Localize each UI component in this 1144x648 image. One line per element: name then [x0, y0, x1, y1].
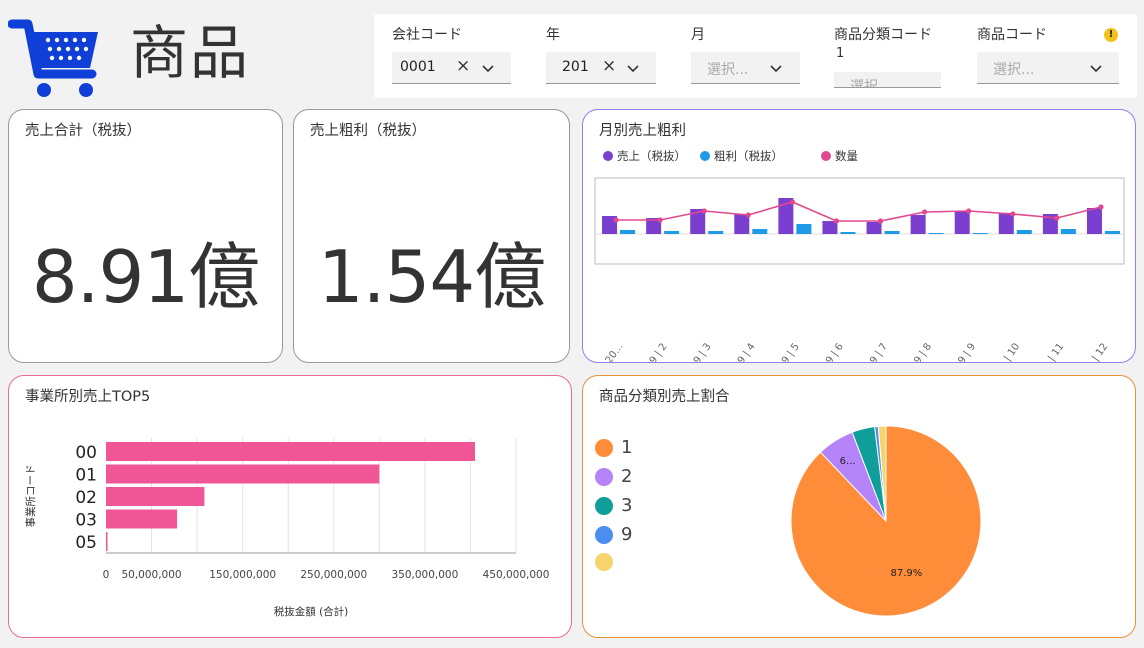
qty-point — [701, 208, 707, 214]
shopping-cart-icon — [8, 19, 98, 97]
clear-icon[interactable]: × — [602, 56, 616, 76]
category-code-select[interactable]: 選択... — [834, 72, 941, 88]
month-label: 月 — [691, 27, 705, 43]
month-placeholder: 選択... — [707, 62, 749, 78]
qty-point — [1054, 215, 1060, 221]
category-pie-chart: 87.9% 6... — [790, 425, 982, 617]
monthly-chart-card: 月別売上粗利 売上（税抜） 粗利（税抜） 数量 20... 2019 | 2 201… — [582, 109, 1136, 363]
x-tick-label: 2019 | 4 — [725, 341, 758, 362]
month-select[interactable]: 選択... — [691, 52, 800, 84]
y-tick-label: 00 — [75, 443, 97, 463]
profit-bar — [620, 230, 636, 234]
filter-bar: 会社コード 0001 × 年 201 × 月 選択... 商品分類コード 1 選… — [374, 14, 1137, 98]
profit-bar — [752, 229, 768, 234]
x-tick-label: 350,000,000 — [391, 569, 458, 581]
clear-icon[interactable]: × — [456, 56, 470, 76]
profit-bar — [1016, 230, 1032, 234]
x-tick-label: 2019 | 5 — [769, 341, 802, 362]
chevron-down-icon[interactable] — [626, 61, 640, 75]
year-select[interactable]: 201 × — [546, 52, 656, 84]
qty-point — [613, 217, 619, 223]
profit-bar — [1104, 231, 1120, 234]
category-placeholder: 選択... — [850, 79, 892, 88]
profit-bar — [1060, 229, 1076, 234]
qty-point — [1010, 211, 1016, 217]
y-tick-label: 05 — [75, 533, 97, 553]
sales-bar — [1086, 208, 1102, 234]
x-tick-label: 20... — [604, 341, 626, 362]
kpi-profit-card: 売上粗利（税抜） 1.54億 — [293, 109, 570, 363]
kpi-profit-value: 1.54億 — [317, 235, 546, 319]
year-value: 201 — [562, 59, 589, 75]
product-code-select[interactable]: 選択... — [977, 52, 1119, 84]
y-tick-label: 01 — [75, 466, 97, 486]
profit-bar — [708, 231, 724, 234]
category-code-selected: 1 — [836, 46, 845, 61]
profit-bar — [840, 232, 856, 234]
profit-bar — [928, 233, 944, 234]
category-chart-card: 商品分類別売上割合 1239 87.9% 6... — [582, 375, 1136, 638]
x-tick-label: 2019 | 11 — [1030, 341, 1066, 362]
office-bar — [106, 464, 380, 484]
product-code-label: 商品コード — [977, 27, 1047, 43]
x-tick-label: 2019 | 3 — [681, 341, 714, 362]
kpi-sales-card: 売上合計（税抜） 8.91億 — [8, 109, 283, 363]
profit-bar — [884, 231, 900, 234]
x-tick-label: 2019 | 10 — [986, 341, 1022, 362]
page-title: 商品 — [130, 19, 251, 87]
x-axis-title: 税抜金額 (合計) — [274, 605, 349, 618]
kpi-sales-value: 8.91億 — [31, 235, 260, 319]
qty-line — [616, 201, 1102, 222]
x-tick-label: 250,000,000 — [300, 569, 367, 581]
company-code-select[interactable]: 0001 × — [392, 52, 511, 84]
profit-bar — [796, 224, 812, 234]
kpi-sales-title: 売上合計（税抜） — [25, 123, 141, 139]
profit-bar — [972, 233, 988, 234]
office-chart: 00 0102 0305 0 50,000,000 150,000,000 250,000,… — [24, 438, 550, 618]
chevron-down-icon[interactable] — [1089, 61, 1103, 75]
x-tick-label: 450,000,000 — [483, 569, 550, 581]
sales-bar — [910, 215, 926, 234]
office-bar — [106, 487, 205, 506]
chevron-down-icon[interactable] — [481, 61, 495, 75]
monthly-chart: 20... 2019 | 2 2019 | 3 2019 | 4 2019 | 5 201… — [594, 177, 1125, 362]
qty-point — [789, 199, 795, 205]
office-bar — [106, 442, 475, 461]
kpi-profit-title: 売上粗利（税抜） — [310, 123, 426, 139]
x-tick-label: 2019 | 7 — [857, 341, 890, 362]
x-tick-label: 2019 | 6 — [813, 341, 846, 362]
qty-point — [745, 212, 751, 218]
x-tick-label: 150,000,000 — [209, 569, 276, 581]
qty-point — [966, 208, 972, 214]
y-axis-title: 事業所コード — [24, 465, 37, 528]
y-tick-label: 02 — [75, 488, 97, 508]
office-chart-card: 事業所別売上TOP5 00 01 02 03 05 0 50,000,000 150,000,… — [8, 375, 572, 638]
warning-icon[interactable]: ! — [1104, 28, 1118, 42]
year-label: 年 — [546, 27, 560, 43]
pie-data-label: 87.9% — [891, 568, 923, 579]
office-bar — [106, 509, 178, 529]
product-placeholder: 選択... — [993, 62, 1035, 78]
x-tick-label: 50,000,000 — [121, 569, 181, 581]
x-tick-label: 0 — [103, 569, 110, 581]
company-code-value: 0001 — [400, 59, 436, 75]
chevron-down-icon[interactable] — [769, 61, 783, 75]
x-tick-label: 2019 | 2 — [637, 341, 670, 362]
y-tick-label: 03 — [75, 511, 97, 531]
qty-point — [877, 218, 884, 224]
pie-data-label: 6... — [840, 456, 856, 467]
sales-bar — [866, 222, 882, 234]
company-code-label: 会社コード — [392, 27, 462, 43]
x-tick-label: 2019 | 9 — [945, 341, 978, 362]
office-bar — [106, 532, 108, 551]
sales-bar — [954, 211, 970, 234]
x-tick-label: 2019 | 8 — [901, 341, 934, 362]
qty-point — [833, 218, 840, 224]
profit-bar — [664, 231, 680, 234]
x-tick-label: 2019 | 12 — [1074, 341, 1110, 362]
qty-point — [657, 217, 663, 223]
qty-point — [922, 209, 928, 215]
category-code-label: 商品分類コード — [834, 27, 932, 43]
qty-point — [1098, 204, 1104, 210]
